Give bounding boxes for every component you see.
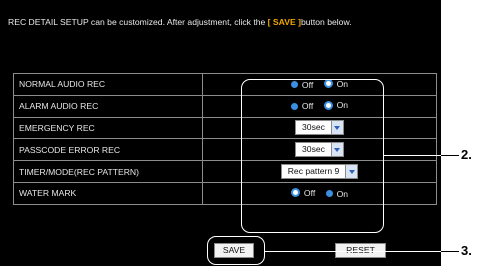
- intro-text-start: REC DETAIL SETUP can be customized. Afte…: [8, 17, 268, 27]
- callout-3-leader-inner: [264, 251, 441, 252]
- settings-callout-box: [241, 79, 384, 233]
- normal-audio-rec-label: NORMAL AUDIO REC: [13, 73, 203, 96]
- timer-mode-label: TIMER/MODE(REC PATTERN): [13, 160, 203, 183]
- callout-2-number: 2.: [461, 147, 472, 162]
- water-mark-label: WATER MARK: [13, 181, 203, 205]
- alarm-audio-rec-label: ALARM AUDIO REC: [13, 94, 203, 118]
- callout-3-leader: [441, 251, 459, 252]
- callout-3-number: 3.: [461, 243, 472, 258]
- passcode-error-rec-label: PASSCODE ERROR REC: [13, 138, 203, 162]
- settings-panel: REC DETAIL SETUP can be customized. Afte…: [0, 0, 441, 266]
- save-callout-box: [207, 236, 265, 265]
- callout-2-leader: [441, 155, 459, 156]
- intro-save-word: [ SAVE ]: [267, 17, 301, 27]
- intro-text: REC DETAIL SETUP can be customized. Afte…: [8, 16, 438, 28]
- intro-text-end: button below.: [300, 17, 352, 27]
- emergency-rec-label: EMERGENCY REC: [13, 116, 203, 140]
